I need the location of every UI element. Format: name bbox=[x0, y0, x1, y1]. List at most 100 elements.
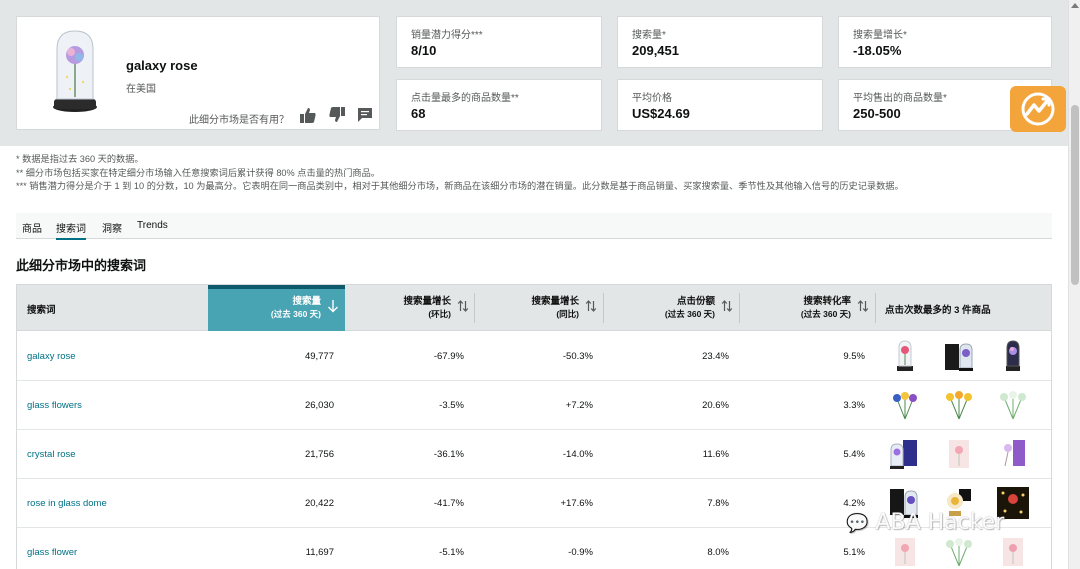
search-term-link[interactable]: glass flower bbox=[27, 547, 77, 558]
watermark-text: ABA Hacker bbox=[875, 510, 1005, 535]
tab-search-terms[interactable]: 搜索词 bbox=[56, 220, 86, 240]
col-title: 搜索量增长 bbox=[531, 296, 579, 307]
conversion-rate: 5.1% bbox=[843, 547, 865, 558]
metric-search-volume: 搜索量* 209,451 bbox=[617, 16, 823, 68]
comment-icon[interactable] bbox=[357, 107, 373, 123]
col-title: 搜索词 bbox=[27, 305, 56, 316]
growth-yoy: -0.9% bbox=[568, 547, 593, 558]
watermark-logo-icon: 💬 bbox=[846, 513, 869, 534]
mixed-bouquet-icon[interactable] bbox=[887, 387, 923, 423]
pink-rose-icon[interactable] bbox=[887, 534, 923, 569]
metric-value: -18.05% bbox=[853, 43, 902, 58]
col-title: 搜索量增长 bbox=[403, 296, 451, 307]
metric-search-growth: 搜索量增长* -18.05% bbox=[838, 16, 1052, 68]
tab-trends[interactable]: Trends bbox=[137, 220, 168, 231]
table-row: crystal rose 21,756 -36.1% -14.0% 11.6% … bbox=[17, 430, 1051, 479]
col-subtitle: (环比) bbox=[428, 309, 451, 319]
tab-insights[interactable]: 洞察 bbox=[102, 220, 122, 235]
col-top-products: 点击次数最多的 3 件商品 bbox=[876, 285, 1051, 331]
watermark: 💬 ABA Hacker bbox=[846, 510, 1004, 535]
search-volume: 49,777 bbox=[304, 351, 334, 362]
table-row: glass flowers 26,030 -3.5% +7.2% 20.6% 3… bbox=[17, 381, 1051, 430]
thumbs-up-icon[interactable] bbox=[299, 106, 317, 124]
metric-value: 209,451 bbox=[632, 43, 679, 58]
table-row: galaxy rose 49,777 -67.9% -50.3% 23.4% 9… bbox=[17, 332, 1051, 381]
click-share: 11.6% bbox=[702, 449, 729, 460]
sort-down-arrow-icon bbox=[328, 300, 338, 313]
rose-dome-icon[interactable] bbox=[887, 338, 923, 374]
extension-badge[interactable] bbox=[1010, 86, 1066, 132]
purple-rose-box-icon[interactable] bbox=[995, 436, 1031, 472]
green-bouquet-icon[interactable] bbox=[941, 534, 977, 569]
metric-label: 点击量最多的商品数量** bbox=[411, 93, 519, 104]
col-title: 搜索量 bbox=[292, 296, 321, 307]
growth-yoy: +7.2% bbox=[565, 400, 593, 411]
product-location: 在美国 bbox=[126, 84, 156, 95]
product-card: galaxy rose 在美国 此细分市场是否有用？ bbox=[16, 16, 380, 130]
yellow-bouquet-icon[interactable] bbox=[941, 387, 977, 423]
search-term-link[interactable]: rose in glass dome bbox=[27, 498, 107, 509]
metric-label: 平均售出的商品数量* bbox=[853, 93, 947, 104]
metric-sales-potential: 销量潜力得分*** 8/10 bbox=[396, 16, 602, 68]
col-search-term[interactable]: 搜索词 bbox=[17, 285, 207, 331]
growth-yoy: -50.3% bbox=[562, 351, 593, 362]
search-term-link[interactable]: glass flowers bbox=[27, 400, 82, 411]
pink-rose-icon[interactable] bbox=[941, 436, 977, 472]
rose-box-icon[interactable] bbox=[887, 436, 923, 472]
tab-bar: 商品 搜索词 洞察 Trends bbox=[16, 213, 1052, 240]
col-growth-qoq[interactable]: 搜索量增长 (环比) bbox=[345, 285, 475, 331]
product-name: galaxy rose bbox=[126, 58, 198, 73]
footnote-3: *** 销售潜力得分是介于 1 到 10 的分数，10 为最高分。它表明在同一商… bbox=[16, 181, 904, 191]
search-volume: 21,756 bbox=[304, 449, 334, 460]
conversion-rate: 4.2% bbox=[843, 498, 865, 509]
growth-qoq: -3.5% bbox=[439, 400, 464, 411]
section-title: 此细分市场中的搜索词 bbox=[16, 258, 147, 273]
scrollbar-thumb[interactable] bbox=[1071, 105, 1079, 285]
col-title: 搜索转化率 bbox=[803, 296, 851, 307]
green-bouquet-icon[interactable] bbox=[995, 387, 1031, 423]
galaxy-dome-icon[interactable] bbox=[995, 338, 1031, 374]
col-subtitle: (过去 360 天) bbox=[800, 309, 851, 319]
search-term-link[interactable]: crystal rose bbox=[27, 449, 76, 460]
metric-value: 68 bbox=[411, 106, 426, 121]
metric-label: 搜索量增长* bbox=[853, 30, 907, 41]
tab-products[interactable]: 商品 bbox=[22, 220, 42, 235]
thumbs-down-icon[interactable] bbox=[328, 106, 346, 124]
table-header: 搜索词 搜索量 (过去 360 天) 搜索量增长 (环比) 搜索量增长 (同比)… bbox=[17, 285, 1051, 331]
sort-icon bbox=[721, 300, 733, 312]
scroll-up-arrow-icon[interactable] bbox=[1071, 3, 1079, 8]
click-share: 8.0% bbox=[707, 547, 729, 558]
metric-value: 8/10 bbox=[411, 43, 437, 58]
metric-value: 250-500 bbox=[853, 106, 901, 121]
footnotes: * 数据是指过去 360 天的数据。 ** 细分市场包括买家在特定细分市场输入任… bbox=[16, 153, 904, 194]
growth-yoy: -14.0% bbox=[562, 449, 593, 460]
col-subtitle: (同比) bbox=[556, 309, 579, 319]
col-click-share[interactable]: 点击份额 (过去 360 天) bbox=[604, 285, 739, 331]
click-share: 20.6% bbox=[702, 400, 729, 411]
metric-value: US$24.69 bbox=[632, 106, 690, 121]
search-volume: 11,697 bbox=[305, 547, 334, 558]
col-title: 点击份额 bbox=[676, 296, 715, 307]
pink-rose-icon[interactable] bbox=[995, 534, 1031, 569]
black-box-rose-icon[interactable] bbox=[941, 338, 977, 374]
metric-label: 销量潜力得分*** bbox=[411, 30, 483, 41]
conversion-rate: 3.3% bbox=[843, 400, 865, 411]
sort-icon bbox=[457, 300, 469, 312]
growth-qoq: -41.7% bbox=[433, 498, 464, 509]
col-conversion-rate[interactable]: 搜索转化率 (过去 360 天) bbox=[740, 285, 875, 331]
col-growth-yoy[interactable]: 搜索量增长 (同比) bbox=[475, 285, 603, 331]
growth-qoq: -67.9% bbox=[433, 351, 464, 362]
metric-label: 搜索量* bbox=[632, 30, 666, 41]
conversion-rate: 9.5% bbox=[843, 351, 865, 362]
trend-logo-icon bbox=[1021, 92, 1055, 126]
metric-label: 平均价格 bbox=[632, 93, 672, 104]
col-subtitle: (过去 360 天) bbox=[270, 309, 321, 319]
metric-avg-price: 平均价格 US$24.69 bbox=[617, 79, 823, 131]
search-term-link[interactable]: galaxy rose bbox=[27, 351, 76, 362]
scrollbar[interactable] bbox=[1068, 0, 1080, 569]
helpful-question: 此细分市场是否有用？ bbox=[189, 115, 289, 126]
col-title: 点击次数最多的 3 件商品 bbox=[885, 305, 991, 316]
col-subtitle: (过去 360 天) bbox=[664, 309, 715, 319]
metric-top-clicked-count: 点击量最多的商品数量** 68 bbox=[396, 79, 602, 131]
col-search-volume[interactable]: 搜索量 (过去 360 天) bbox=[208, 285, 345, 331]
